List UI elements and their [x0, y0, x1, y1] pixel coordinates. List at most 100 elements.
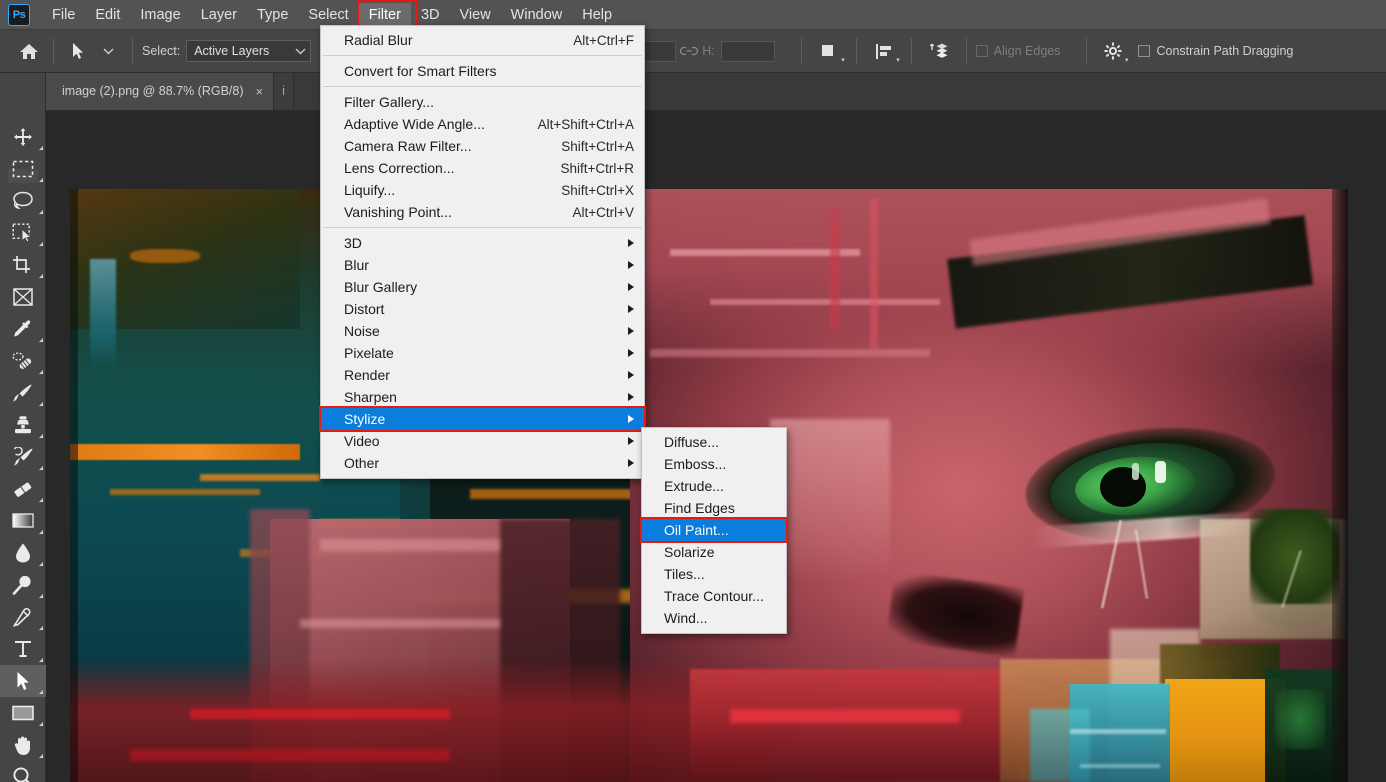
menu-item-filter-gallery[interactable]: Filter Gallery... [321, 91, 644, 113]
align-edges-checkbox[interactable] [975, 45, 988, 57]
menu-item-render[interactable]: Render [321, 364, 644, 386]
path-operations-icon[interactable]: ▾ [811, 36, 847, 66]
menu-item-label: Other [344, 455, 380, 471]
menu-file[interactable]: File [42, 3, 85, 27]
eraser-tool[interactable] [0, 473, 46, 505]
home-icon[interactable] [14, 36, 44, 66]
blur-tool[interactable] [0, 537, 46, 569]
hand-tool[interactable] [0, 729, 46, 761]
path-selection-icon[interactable] [63, 36, 93, 66]
rectangle-tool[interactable] [0, 697, 46, 729]
document-tab-active[interactable]: image (2).png @ 88.7% (RGB/8) × [46, 72, 275, 110]
brush-tool[interactable] [0, 377, 46, 409]
path-arrangement-icon[interactable] [921, 36, 957, 66]
select-layers-dropdown[interactable]: Active Layers [186, 40, 312, 62]
chevron-down-icon [295, 48, 306, 54]
menu-item-3d[interactable]: 3D [321, 232, 644, 254]
gradient-tool[interactable] [0, 505, 46, 537]
tool-preset-chevron-down-icon[interactable] [93, 36, 123, 66]
menu-item-shortcut: Alt+Shift+Ctrl+A [537, 116, 634, 132]
menu-filter[interactable]: Filter [356, 0, 418, 34]
gear-icon[interactable]: ▾ [1096, 36, 1130, 66]
submenu-item-solarize[interactable]: Solarize [642, 541, 786, 563]
submenu-item-diffuse[interactable]: Diffuse... [642, 431, 786, 453]
frame-tool[interactable] [0, 281, 46, 313]
lasso-tool[interactable] [0, 185, 46, 217]
menu-3d[interactable]: 3D [411, 3, 450, 27]
menu-edit[interactable]: Edit [85, 3, 130, 27]
menu-item-blur-gallery[interactable]: Blur Gallery [321, 276, 644, 298]
submenu-arrow-icon [628, 393, 634, 401]
photoshop-logo: Ps [8, 3, 30, 26]
select-label: Select: [142, 44, 181, 58]
menu-view[interactable]: View [450, 3, 501, 27]
stylize-submenu[interactable]: Diffuse... Emboss... Extrude... Find Edg… [640, 427, 788, 634]
divider [53, 38, 54, 64]
pen-tool[interactable] [0, 601, 46, 633]
tools-panel [0, 73, 46, 782]
submenu-item-wind[interactable]: Wind... [642, 607, 786, 629]
menu-item-label: Solarize [664, 544, 715, 560]
submenu-item-extrude[interactable]: Extrude... [642, 475, 786, 497]
submenu-item-tiles[interactable]: Tiles... [642, 563, 786, 585]
menu-divider [323, 86, 642, 87]
menu-item-label: Tiles... [664, 566, 705, 582]
move-tool[interactable] [0, 121, 46, 153]
menu-item-label: Adaptive Wide Angle... [344, 116, 485, 132]
horizontal-type-tool[interactable] [0, 633, 46, 665]
crop-tool[interactable] [0, 249, 46, 281]
menu-item-label: Oil Paint... [664, 522, 729, 538]
menu-bar: Ps File Edit Image Layer Type Select Fil… [0, 0, 1386, 34]
menu-item-label: Liquify... [344, 182, 396, 198]
menu-select[interactable]: Select [298, 3, 358, 27]
close-icon[interactable]: × [256, 84, 264, 99]
history-brush-tool[interactable] [0, 441, 46, 473]
eyedropper-tool[interactable] [0, 313, 46, 345]
dodge-tool[interactable] [0, 569, 46, 601]
menu-layer[interactable]: Layer [191, 3, 247, 27]
menu-item-label: 3D [344, 235, 362, 251]
menu-item-convert-for-smart-filters[interactable]: Convert for Smart Filters [321, 60, 644, 82]
menu-item-camera-raw-filter[interactable]: Camera Raw Filter... Shift+Ctrl+A [321, 135, 644, 157]
menu-item-stylize[interactable]: Stylize [319, 406, 646, 432]
zoom-tool[interactable] [0, 761, 46, 782]
menu-image[interactable]: Image [130, 3, 190, 27]
align-edges-label: Align Edges [993, 44, 1061, 58]
rectangular-marquee-tool[interactable] [0, 153, 46, 185]
submenu-arrow-icon [628, 239, 634, 247]
spot-healing-brush-tool[interactable] [0, 345, 46, 377]
menu-window[interactable]: Window [501, 3, 573, 27]
menu-help[interactable]: Help [572, 3, 622, 27]
submenu-item-oil-paint[interactable]: Oil Paint... [640, 517, 788, 543]
menu-item-radial-blur[interactable]: Radial Blur Alt+Ctrl+F [321, 29, 644, 51]
submenu-item-emboss[interactable]: Emboss... [642, 453, 786, 475]
menu-item-label: Sharpen [344, 389, 397, 405]
object-selection-tool[interactable] [0, 217, 46, 249]
menu-item-adaptive-wide-angle[interactable]: Adaptive Wide Angle... Alt+Shift+Ctrl+A [321, 113, 644, 135]
submenu-arrow-icon [628, 283, 634, 291]
menu-item-label: Vanishing Point... [344, 204, 452, 220]
menu-item-blur[interactable]: Blur [321, 254, 644, 276]
link-icon[interactable] [676, 36, 702, 66]
menu-item-other[interactable]: Other [321, 452, 644, 474]
height-input[interactable] [720, 40, 775, 62]
menu-type[interactable]: Type [247, 3, 298, 27]
menu-item-label: Camera Raw Filter... [344, 138, 472, 154]
menu-item-video[interactable]: Video [321, 430, 644, 452]
menu-item-pixelate[interactable]: Pixelate [321, 342, 644, 364]
menu-item-lens-correction[interactable]: Lens Correction... Shift+Ctrl+R [321, 157, 644, 179]
menu-item-vanishing-point[interactable]: Vanishing Point... Alt+Ctrl+V [321, 201, 644, 223]
submenu-item-trace-contour[interactable]: Trace Contour... [642, 585, 786, 607]
path-selection-tool[interactable] [0, 665, 46, 697]
submenu-arrow-icon [628, 371, 634, 379]
menu-item-liquify[interactable]: Liquify... Shift+Ctrl+X [321, 179, 644, 201]
menu-item-noise[interactable]: Noise [321, 320, 644, 342]
menu-item-distort[interactable]: Distort [321, 298, 644, 320]
document-tab-secondary[interactable]: i [274, 72, 294, 110]
clone-stamp-tool[interactable] [0, 409, 46, 441]
filter-menu[interactable]: Radial Blur Alt+Ctrl+F Convert for Smart… [319, 25, 646, 479]
path-alignment-icon[interactable]: ▾ [866, 36, 902, 66]
submenu-item-find-edges[interactable]: Find Edges [642, 497, 786, 519]
constrain-path-dragging-checkbox[interactable] [1138, 45, 1151, 57]
menu-item-sharpen[interactable]: Sharpen [321, 386, 644, 408]
